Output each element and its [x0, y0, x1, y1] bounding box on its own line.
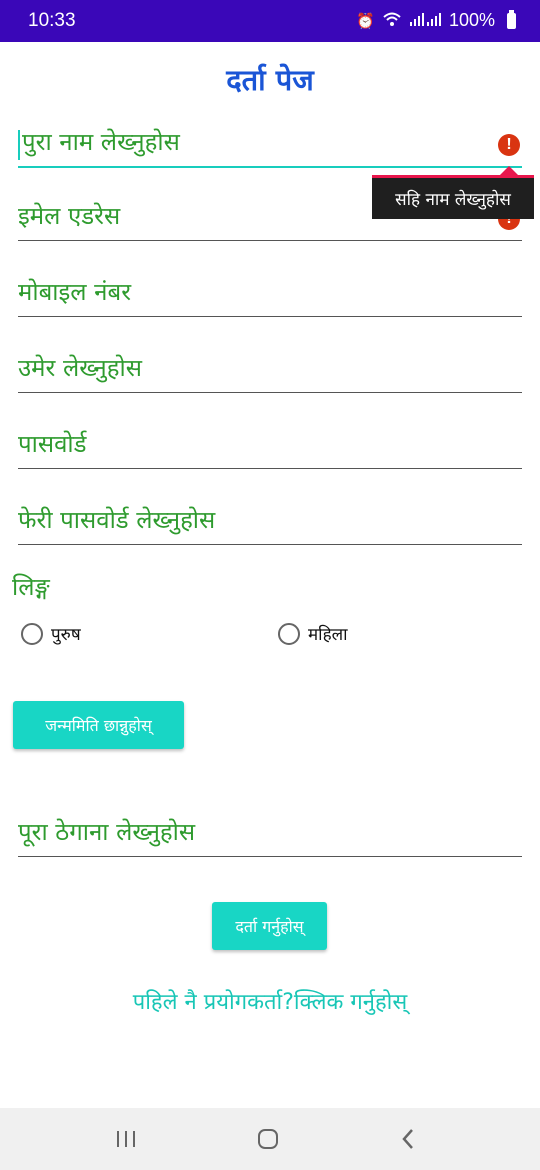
status-icons: ⏰ 100%: [356, 9, 516, 31]
error-tooltip: सहि नाम लेख्नुहोस: [372, 175, 534, 219]
recent-apps-icon: [117, 1131, 135, 1147]
radio-button[interactable]: [21, 622, 43, 645]
recent-apps-button[interactable]: [86, 1108, 166, 1170]
radio-male-label: पुरुष: [51, 625, 81, 645]
back-icon: [402, 1129, 413, 1149]
alarm-icon: ⏰: [356, 12, 375, 30]
age-placeholder: उमेर लेख्नुहोस: [18, 354, 142, 382]
radio-male[interactable]: पुरुष: [21, 622, 81, 645]
full-name-field[interactable]: पुरा नाम लेख्नुहोस !: [18, 122, 522, 168]
mobile-placeholder: मोबाइल नंबर: [18, 278, 132, 306]
full-name-placeholder: पुरा नाम लेख्नुहोस: [22, 128, 180, 156]
mobile-field[interactable]: मोबाइल नंबर: [18, 272, 522, 317]
wifi-icon: [383, 12, 401, 30]
page-title: दर्ता पेज: [226, 63, 314, 97]
login-link[interactable]: पहिले नै प्रयोगकर्ता?क्लिक गर्नुहोस्: [0, 986, 540, 1016]
home-button[interactable]: [228, 1108, 308, 1170]
text-cursor: [18, 130, 20, 160]
register-button[interactable]: दर्ता गर्नुहोस्: [212, 902, 327, 950]
radio-female-label: महिला: [308, 625, 348, 645]
signal-icon: [409, 12, 441, 30]
status-bar: 10:33 ⏰ 100%: [0, 0, 540, 42]
battery-percent: 100%: [448, 10, 495, 30]
address-field[interactable]: पूरा ठेगाना लेख्नुहोस: [18, 812, 522, 857]
password-placeholder: पासवोर्ड: [18, 430, 87, 458]
gender-label: लिङ्ग: [12, 573, 50, 601]
error-icon[interactable]: !: [498, 134, 520, 156]
back-button[interactable]: [368, 1108, 448, 1170]
status-time: 10:33: [28, 10, 76, 31]
navigation-bar: [0, 1108, 540, 1170]
email-placeholder: इमेल एडरेस: [18, 202, 121, 230]
confirm-password-placeholder: फेरी पासवोर्ड लेख्नुहोस: [18, 506, 216, 534]
radio-button[interactable]: [278, 622, 300, 645]
address-placeholder: पूरा ठेगाना लेख्नुहोस: [18, 818, 196, 846]
radio-female[interactable]: महिला: [278, 622, 348, 645]
home-icon: [258, 1129, 278, 1149]
choose-dob-button[interactable]: जन्ममिति छान्नुहोस्: [13, 701, 184, 749]
age-field[interactable]: उमेर लेख्नुहोस: [18, 348, 522, 393]
battery-icon: [507, 9, 516, 29]
tooltip-arrow: [500, 166, 518, 175]
password-field[interactable]: पासवोर्ड: [18, 424, 522, 469]
confirm-password-field[interactable]: फेरी पासवोर्ड लेख्नुहोस: [18, 500, 522, 545]
